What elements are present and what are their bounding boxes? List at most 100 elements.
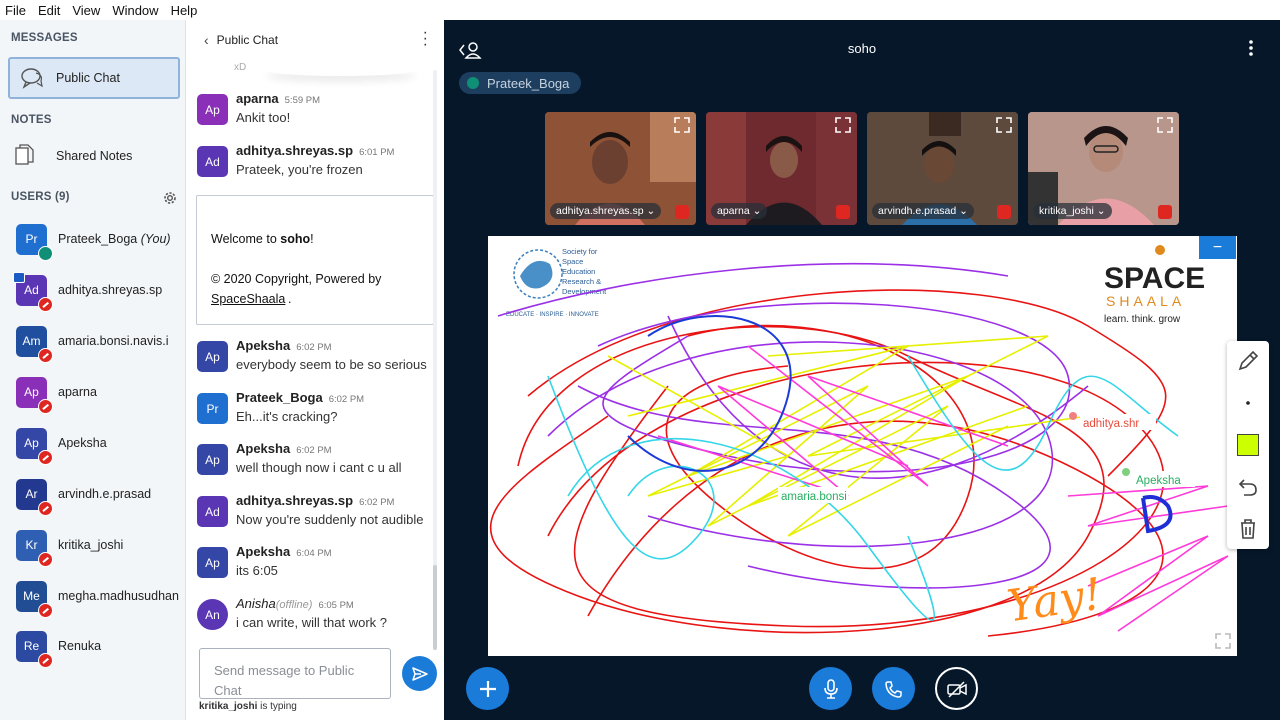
message-time: 6:02 PM <box>328 394 365 405</box>
gear-icon[interactable] <box>162 190 178 206</box>
more-options-icon[interactable] <box>1244 38 1258 58</box>
fullscreen-icon[interactable] <box>996 117 1012 133</box>
user-item-adhitya[interactable]: Ad adhitya.shreyas.sp <box>13 271 162 312</box>
user-name: Renuka <box>58 639 102 653</box>
fullscreen-icon[interactable] <box>1214 632 1232 650</box>
message-header: Apeksha 6:04 PM <box>236 543 332 561</box>
avatar: Ad <box>197 496 228 527</box>
spaceshaala-link[interactable]: SpaceShaala <box>211 292 285 306</box>
avatar-initials: Ad <box>24 283 39 297</box>
user-name-text: Prateek_Boga <box>58 232 138 246</box>
video-name-label[interactable]: aparna ⌄ <box>711 203 768 219</box>
message-header: Apeksha 6:02 PM <box>236 440 332 458</box>
menu-view[interactable]: View <box>66 3 106 18</box>
avatar: Ap <box>16 427 53 465</box>
fullscreen-icon[interactable] <box>835 117 851 133</box>
whiteboard-drawing: Society for Space Education Research & D… <box>489 245 1229 637</box>
video-muted-icon <box>836 205 850 219</box>
user-name: Apeksha <box>58 436 107 450</box>
logo-space-text: SPACE <box>1104 262 1205 295</box>
user-item-arvindh[interactable]: Ar arvindh.e.prasad <box>16 477 152 516</box>
user-item-aparna[interactable]: Ap aparna <box>16 375 97 414</box>
clear-all-button[interactable] <box>1227 509 1269 549</box>
user-item-amaria[interactable]: Am amaria.bonsi.navis.i <box>16 324 168 363</box>
thickness-tool-button[interactable] <box>1227 383 1269 423</box>
menu-file[interactable]: File <box>0 3 32 18</box>
pencil-tool-button[interactable] <box>1227 341 1269 381</box>
undo-button[interactable] <box>1227 467 1269 507</box>
video-tile[interactable]: aparna ⌄ <box>706 112 857 225</box>
video-name-label[interactable]: arvindh.e.prasad ⌄ <box>872 203 974 219</box>
message-header: adhitya.shreyas.sp 6:01 PM <box>236 142 394 160</box>
avatar: Pr <box>197 393 228 424</box>
message-time: 6:05 PM <box>318 600 354 611</box>
send-icon <box>411 666 428 681</box>
spaceshaala-link-text[interactable]: SpaceShaala <box>211 292 285 306</box>
muted-mic-icon <box>38 347 53 363</box>
yay-doodle: Yay! <box>1004 569 1105 633</box>
color-swatch <box>1237 434 1259 456</box>
whiteboard-toolbar <box>1227 341 1269 549</box>
typing-user: kritika_joshi <box>199 701 258 712</box>
chat-message-input[interactable]: Send message to Public Chat <box>199 648 391 699</box>
video-muted-icon <box>675 205 689 219</box>
public-chat-label: Public Chat <box>56 71 120 85</box>
more-options-icon[interactable]: · · · <box>423 25 428 53</box>
chevron-left-icon[interactable]: ‹ <box>204 32 209 48</box>
plus-icon <box>479 680 496 697</box>
microphone-button[interactable] <box>809 667 852 710</box>
message-text: well though now i cant c u all <box>236 460 402 475</box>
video-tile[interactable]: kritika_joshi ⌄ <box>1028 112 1179 225</box>
color-tool-button[interactable] <box>1227 425 1269 465</box>
message-time: 6:04 PM <box>296 548 332 559</box>
shared-notes-item[interactable]: Shared Notes <box>14 144 132 168</box>
message-author: Apeksha <box>236 338 291 353</box>
scrolled-message-fragment: xD <box>234 62 247 73</box>
app-menubar: File Edit View Window Help <box>0 0 1280 20</box>
avatar: Kr <box>16 529 53 567</box>
minimize-presentation-button[interactable]: − <box>1199 236 1236 259</box>
actions-button[interactable] <box>466 667 509 710</box>
logo-text-line: Education <box>562 267 595 276</box>
user-item-megha[interactable]: Me megha.madhusudhan <box>16 579 179 618</box>
chat-scrollbar[interactable] <box>433 70 437 650</box>
line-thickness-icon <box>1246 401 1250 405</box>
avatar-initials: Pr <box>25 232 38 246</box>
menu-edit[interactable]: Edit <box>32 3 66 18</box>
fullscreen-icon[interactable] <box>674 117 690 133</box>
send-button[interactable] <box>402 656 437 691</box>
avatar: Ap <box>197 444 228 475</box>
message-author: adhitya.shreyas.sp <box>236 143 354 158</box>
audio-phone-button[interactable] <box>872 667 915 710</box>
video-name: adhitya.shreyas.sp <box>556 205 644 217</box>
fullscreen-icon[interactable] <box>1157 117 1173 133</box>
public-chat-item[interactable]: Public Chat <box>8 57 180 99</box>
user-item-renuka[interactable]: Re Renuka <box>16 629 102 668</box>
whiteboard-canvas[interactable]: Society for Space Education Research & D… <box>488 236 1237 656</box>
message-text: its 6:05 <box>236 563 278 578</box>
user-name: megha.madhusudhan <box>58 589 179 603</box>
menu-help[interactable]: Help <box>165 3 204 18</box>
video-camera-button[interactable] <box>935 667 978 710</box>
user-item-apeksha[interactable]: Ap Apeksha <box>16 426 107 465</box>
welcome-period: . <box>288 292 292 306</box>
user-item-prateek[interactable]: Pr Prateek_Boga (You) <box>16 222 171 261</box>
shared-notes-label: Shared Notes <box>56 149 133 163</box>
menu-window[interactable]: Window <box>106 3 164 18</box>
microphone-icon <box>823 678 838 699</box>
welcome-line: Welcome to soho! <box>211 232 314 246</box>
video-name-label[interactable]: kritika_joshi ⌄ <box>1033 203 1112 219</box>
video-tile[interactable]: adhitya.shreyas.sp ⌄ <box>545 112 696 225</box>
chat-title[interactable]: Public Chat <box>217 33 278 47</box>
message-time: 6:02 PM <box>359 497 395 508</box>
logo-tagline: EDUCATE · INSPIRE · INNOVATE <box>506 312 599 318</box>
avatar-initials: Am <box>22 334 41 348</box>
video-tile[interactable]: arvindh.e.prasad ⌄ <box>867 112 1018 225</box>
chat-scrollbar-thumb[interactable] <box>433 565 437 650</box>
user-name: kritika_joshi <box>58 538 124 552</box>
message-header: Prateek_Boga 6:02 PM <box>236 389 364 407</box>
video-name-label[interactable]: adhitya.shreyas.sp ⌄ <box>550 203 662 219</box>
user-item-kritika[interactable]: Kr kritika_joshi <box>16 528 124 567</box>
user-name: arvindh.e.prasad <box>58 487 152 501</box>
welcome-prefix: Welcome to <box>211 232 281 246</box>
